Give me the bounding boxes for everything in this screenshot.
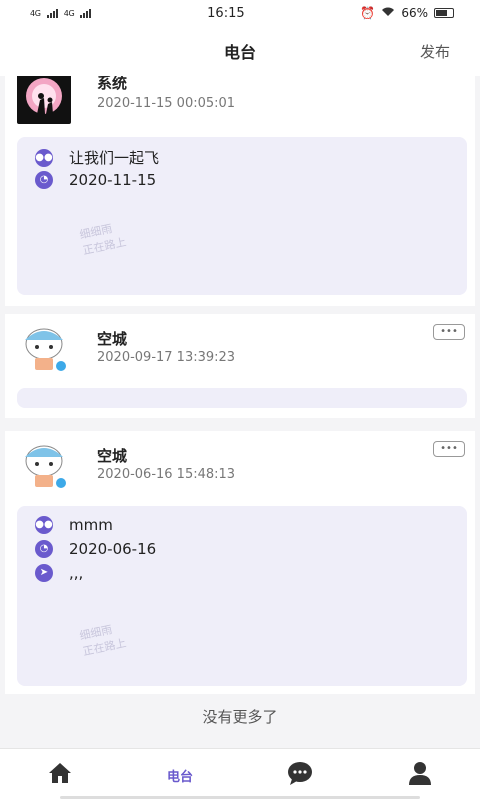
tab-home[interactable] bbox=[0, 749, 120, 801]
no-more-text: 没有更多了 bbox=[202, 708, 278, 726]
watermark: 细细雨 正在路上 bbox=[78, 222, 128, 258]
network-label-2: 4G bbox=[63, 8, 75, 18]
author-name: 空城 bbox=[97, 330, 128, 348]
home-indicator bbox=[60, 796, 420, 799]
post-time: 2020-06-16 15:48:13 bbox=[97, 467, 236, 482]
signal-icon bbox=[46, 8, 58, 18]
post: 空城 2020-09-17 13:39:23 ••• bbox=[5, 314, 475, 418]
chat-icon bbox=[286, 760, 314, 790]
post-time: 2020-11-15 00:05:01 bbox=[97, 96, 236, 111]
post: 系统 2020-11-15 00:05:01 ●● 让我们一起飞 ◔ 2020-… bbox=[5, 76, 475, 306]
signal-icon-2 bbox=[80, 8, 92, 18]
clock-icon: ◔ bbox=[35, 540, 53, 558]
watermark: 细细雨 正在路上 bbox=[78, 623, 128, 659]
more-button[interactable]: ••• bbox=[433, 441, 465, 457]
status-left: 4G 4G bbox=[30, 8, 92, 18]
post-date: 2020-11-15 bbox=[69, 171, 157, 189]
bottom-tab-bar: 电台 bbox=[0, 748, 480, 801]
publish-button[interactable]: 发布 bbox=[420, 41, 450, 62]
wifi-icon bbox=[381, 6, 395, 20]
tab-radio[interactable]: 电台 bbox=[120, 749, 240, 801]
status-right: ⏰ 66% bbox=[360, 6, 454, 20]
status-bar: 4G 4G 16:15 ⏰ 66% bbox=[0, 0, 480, 26]
post-time: 2020-09-17 13:39:23 bbox=[97, 350, 236, 365]
feed[interactable]: 系统 2020-11-15 00:05:01 ●● 让我们一起飞 ◔ 2020-… bbox=[0, 76, 480, 746]
location-icon: ➤ bbox=[35, 564, 53, 582]
battery-icon bbox=[434, 8, 454, 18]
avatar[interactable] bbox=[17, 76, 71, 124]
mask-icon: ●● bbox=[35, 516, 53, 534]
post-text: mmm bbox=[69, 516, 113, 534]
mood-line: ●● 让我们一起飞 bbox=[35, 147, 159, 168]
post-location: ,,, bbox=[69, 564, 84, 582]
date-line: ◔ 2020-06-16 bbox=[35, 540, 156, 558]
post-date: 2020-06-16 bbox=[69, 540, 157, 558]
location-line: ➤ ,,, bbox=[35, 564, 83, 582]
avatar[interactable] bbox=[17, 439, 71, 489]
more-button[interactable]: ••• bbox=[433, 324, 465, 340]
tab-profile[interactable] bbox=[360, 749, 480, 801]
date-line: ◔ 2020-11-15 bbox=[35, 171, 156, 189]
author-name: 系统 bbox=[97, 76, 128, 92]
mask-icon: ●● bbox=[35, 148, 53, 167]
avatar[interactable] bbox=[17, 322, 71, 372]
page-title: 电台 bbox=[223, 43, 256, 62]
post-card[interactable] bbox=[17, 388, 467, 408]
tab-messages[interactable] bbox=[240, 749, 360, 801]
post-card[interactable]: ●● 让我们一起飞 ◔ 2020-11-15 细细雨 正在路上 bbox=[17, 137, 467, 295]
home-icon bbox=[47, 761, 73, 789]
alarm-icon: ⏰ bbox=[360, 6, 376, 20]
battery-percent: 66% bbox=[401, 6, 428, 20]
header: 电台 发布 bbox=[0, 26, 480, 76]
post-card[interactable]: ●● mmm ◔ 2020-06-16 ➤ ,,, 细细雨 正在路上 bbox=[17, 506, 467, 686]
tab-radio-label: 电台 bbox=[166, 769, 193, 785]
post: 空城 2020-06-16 15:48:13 ••• ●● mmm ◔ 2020… bbox=[5, 431, 475, 694]
network-label-1: 4G bbox=[30, 8, 41, 18]
post-text: 让我们一起飞 bbox=[69, 149, 160, 167]
status-time: 16:15 bbox=[207, 5, 245, 21]
profile-icon bbox=[407, 760, 433, 790]
mood-line: ●● mmm bbox=[35, 516, 113, 534]
clock-icon: ◔ bbox=[35, 171, 53, 189]
author-name: 空城 bbox=[97, 447, 128, 465]
